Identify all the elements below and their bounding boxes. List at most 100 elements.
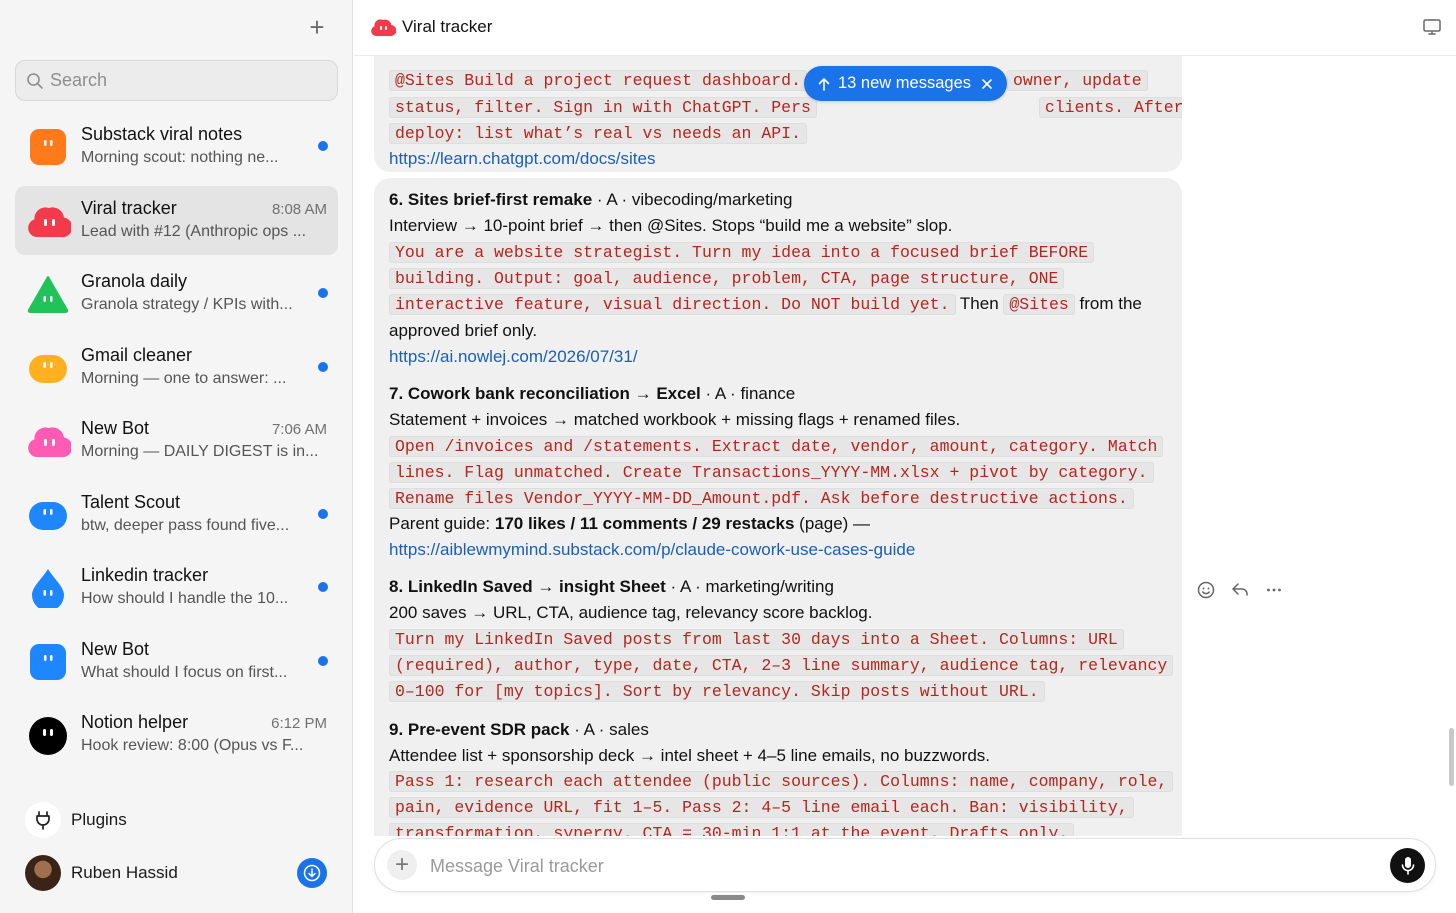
item-heading: 7. Cowork bank reconciliation → Excel · … bbox=[389, 384, 796, 403]
triangle-icon bbox=[27, 274, 69, 314]
message-bubble: @Sites Build a project request dashboard… bbox=[374, 56, 1182, 172]
chat-preview: Morning — one to answer: ... bbox=[81, 369, 287, 387]
search-box[interactable] bbox=[15, 60, 338, 101]
new-messages-pill[interactable]: 13 new messages bbox=[804, 66, 1007, 101]
chat-preview: Lead with #12 (Anthropic ops ... bbox=[81, 222, 307, 240]
message-link[interactable]: https://ai.nowlej.com/2026/07/31/ bbox=[389, 347, 638, 366]
chat-item[interactable]: Substack viral notes Morning scout: nothi… bbox=[15, 112, 338, 181]
code-snippet: You are a website strategist. Turn my id… bbox=[389, 242, 1095, 263]
cloud-icon bbox=[27, 421, 73, 461]
monitor-icon[interactable] bbox=[1422, 18, 1442, 41]
code-snippet: status, filter. Sign in with ChatGPT. Pe… bbox=[389, 97, 817, 118]
unread-dot bbox=[318, 582, 328, 592]
message-link[interactable]: https://aiblewmymind.substack.com/p/clau… bbox=[389, 540, 915, 559]
chat-preview: btw, deeper pass found five... bbox=[81, 516, 290, 534]
user-profile[interactable]: Ruben Hassid bbox=[25, 855, 178, 891]
chat-preview: How should I handle the 10... bbox=[81, 590, 289, 607]
code-snippet: lines. Flag unmatched. Create Transactio… bbox=[389, 462, 1154, 483]
search-input[interactable] bbox=[50, 70, 310, 91]
unread-dot bbox=[318, 508, 328, 519]
code-snippet: 0–100 for [my topics]. Sort by relevancy… bbox=[389, 681, 1045, 702]
plugins-button[interactable]: Plugins bbox=[25, 802, 127, 838]
chat-item[interactable]: Talent Scout btw, deeper pass found five.… bbox=[15, 480, 338, 549]
sidebar: + Substack viral notes Morning scout: not… bbox=[0, 0, 353, 913]
code-snippet: (required), author, type, date, CTA, 2–3… bbox=[389, 655, 1174, 676]
add-attachment-button[interactable]: + bbox=[387, 850, 417, 880]
reply-icon[interactable] bbox=[1228, 578, 1252, 602]
download-button[interactable] bbox=[297, 858, 327, 888]
new-chat-button[interactable]: + bbox=[305, 14, 329, 40]
chat-name: New Bot bbox=[81, 638, 150, 659]
drop-icon bbox=[27, 568, 69, 611]
code-snippet: Pass 1: research each attendee (public s… bbox=[389, 771, 1174, 792]
chat-name: Linkedin tracker bbox=[81, 565, 209, 585]
chat-time: 7:06 AM bbox=[271, 421, 327, 438]
chat-preview: Morning scout: nothing ne... bbox=[81, 149, 279, 166]
chat-list: Substack viral notes Morning scout: nothi… bbox=[15, 112, 338, 792]
blob-square-icon bbox=[27, 127, 69, 167]
item-heading: 8. LinkedIn Saved → insight Sheet · A · … bbox=[389, 577, 834, 596]
code-snippet: Turn my LinkedIn Saved posts from last 3… bbox=[389, 629, 1124, 650]
circle-icon bbox=[27, 715, 69, 755]
blob-square-icon bbox=[27, 642, 69, 682]
item-description: Attendee list + sponsorship deck → intel… bbox=[389, 746, 991, 765]
download-icon bbox=[303, 864, 321, 882]
item-text: Parent guide: 170 likes / 11 comments / … bbox=[389, 514, 871, 533]
chat-header: Viral tracker bbox=[354, 0, 1456, 56]
plugins-label: Plugins bbox=[71, 810, 127, 829]
scrollbar-thumb[interactable] bbox=[1449, 728, 1454, 786]
message-actions bbox=[1194, 578, 1286, 602]
more-options-icon[interactable] bbox=[1262, 578, 1286, 602]
emoji-reaction-icon[interactable] bbox=[1194, 578, 1218, 602]
code-snippet: Open /invoices and /statements. Extract … bbox=[389, 436, 1164, 457]
message-list[interactable]: @Sites Build a project request dashboard… bbox=[374, 56, 1182, 836]
code-snippet: owner, update bbox=[1006, 70, 1148, 91]
pill-icon bbox=[27, 348, 69, 388]
user-name: Ruben Hassid bbox=[71, 863, 178, 882]
message-link[interactable]: https://learn.chatgpt.com/docs/sites bbox=[389, 149, 655, 168]
chat-item[interactable]: Gmail cleaner Morning — one to answer: ..… bbox=[15, 333, 338, 402]
chat-pane: Viral tracker @Sites Build a project req… bbox=[354, 0, 1456, 913]
unread-dot bbox=[318, 361, 328, 372]
chat-item[interactable]: New Bot Morning — DAILY DIGEST is in... 7:… bbox=[15, 406, 338, 475]
plug-icon bbox=[25, 802, 61, 838]
chat-time: 8:08 AM bbox=[271, 200, 327, 218]
search-icon bbox=[27, 72, 43, 89]
home-indicator bbox=[711, 895, 745, 900]
avatar bbox=[25, 855, 61, 891]
chat-preview: What should I focus on first... bbox=[81, 663, 288, 681]
new-messages-label: 13 new messages bbox=[838, 74, 971, 92]
item-description: Interview → 10-point brief → then @Sites… bbox=[389, 216, 953, 235]
chat-item[interactable]: Viral tracker Lead with #12 (Anthropic op… bbox=[15, 185, 338, 255]
arrow-up-icon bbox=[818, 77, 830, 91]
chat-item[interactable]: Granola daily Granola strategy / KPIs wit… bbox=[15, 259, 338, 328]
mic-button[interactable] bbox=[1390, 848, 1425, 883]
chat-item[interactable]: Linkedin tracker How should I handle the … bbox=[15, 553, 338, 622]
message-bubble: 6. Sites brief-first remake · A · vibeco… bbox=[374, 178, 1182, 836]
chat-name: Granola daily bbox=[81, 271, 188, 291]
chat-name: New Bot bbox=[81, 418, 150, 438]
code-snippet: Rename files Vendor_YYYY-MM-DD_Amount.pd… bbox=[389, 488, 1134, 509]
code-snippet: transformation, synergy. CTA = 30-min 1:… bbox=[389, 823, 1075, 836]
cloud-icon bbox=[371, 19, 396, 37]
code-snippet: @Sites bbox=[1003, 294, 1075, 315]
chat-name: Gmail cleaner bbox=[81, 344, 193, 365]
chat-time: 6:12 PM bbox=[271, 715, 327, 732]
chat-item[interactable]: New Bot What should I focus on first... bbox=[15, 627, 338, 696]
chat-preview: Granola strategy / KPIs with... bbox=[81, 296, 293, 313]
chat-name: Talent Scout bbox=[81, 491, 181, 512]
item-heading: 6. Sites brief-first remake · A · vibeco… bbox=[389, 190, 793, 209]
unread-dot bbox=[318, 288, 328, 298]
chat-name: Substack viral notes bbox=[81, 124, 243, 144]
close-icon[interactable] bbox=[981, 78, 993, 90]
code-snippet: interactive feature, visual direction. D… bbox=[389, 294, 956, 315]
microphone-icon bbox=[1401, 856, 1414, 875]
unread-dot bbox=[318, 655, 328, 666]
message-input[interactable] bbox=[430, 853, 1330, 879]
chat-preview: Hook review: 8:00 (Opus vs F... bbox=[81, 737, 304, 754]
chat-name: Notion helper bbox=[81, 712, 189, 732]
message-composer: + bbox=[374, 838, 1436, 892]
code-snippet: pain, evidence URL, fit 1–5. Pass 2: 4–5… bbox=[389, 797, 1134, 818]
chat-item[interactable]: Notion helper Hook review: 8:00 (Opus vs … bbox=[15, 700, 338, 769]
chat-name: Viral tracker bbox=[81, 197, 177, 218]
